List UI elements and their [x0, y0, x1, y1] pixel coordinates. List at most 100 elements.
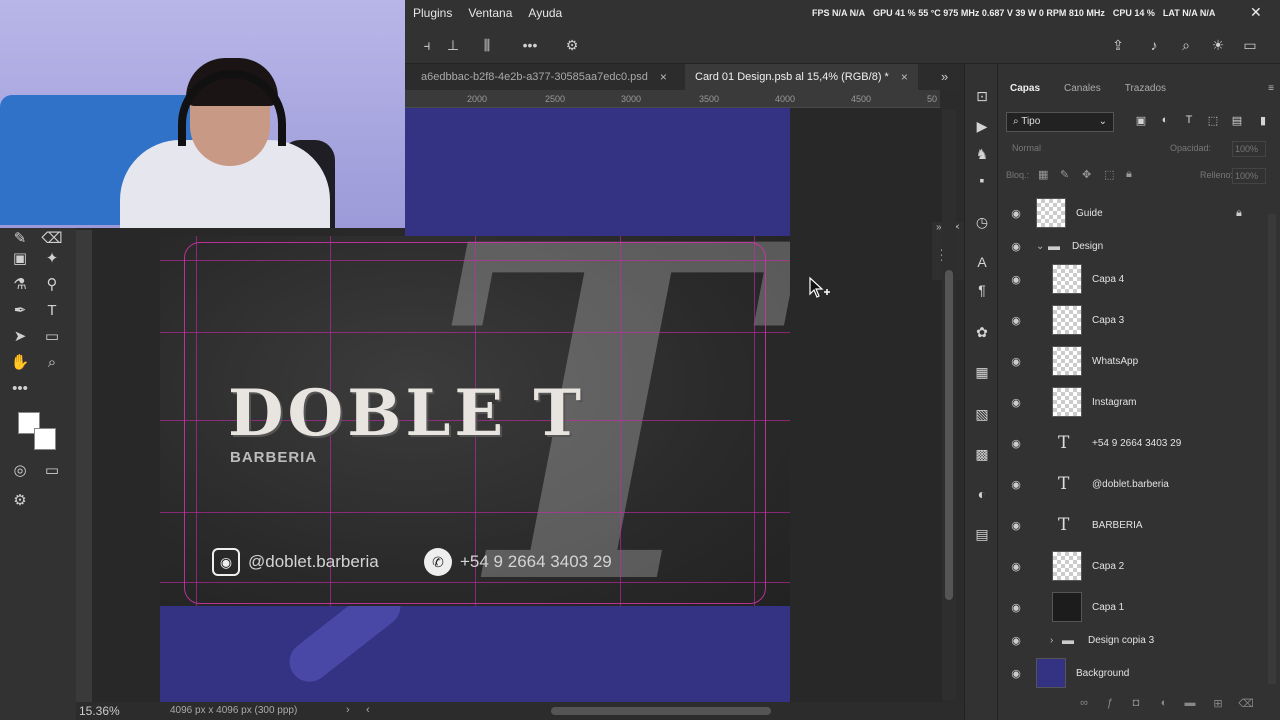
layer-row-capa-1[interactable]: ◉ Capa 1 — [998, 587, 1268, 627]
tab-card-design[interactable]: Card 01 Design.psb al 15,4% (RGB/8) * × — [685, 64, 918, 90]
clock-icon[interactable]: ◷ — [972, 212, 992, 232]
layer-row-instagram-text[interactable]: ◉ T @doblet.barberia — [998, 464, 1268, 504]
workspace-icon[interactable]: ▭ — [1240, 35, 1260, 55]
layer-row-guide[interactable]: ◉ Guide 🔒︎ — [998, 193, 1268, 233]
adjustment-layer-icon[interactable]: ◐ — [1156, 697, 1172, 709]
layer-row-phone-text[interactable]: ◉ T +54 9 2664 3403 29 — [998, 423, 1268, 463]
edit-toolbar-icon[interactable]: ⚙ — [8, 490, 32, 512]
more-tools-icon[interactable]: ••• — [8, 378, 32, 400]
notification-bell-icon[interactable]: ♪ — [1144, 35, 1164, 55]
visibility-eye-icon[interactable]: ◉ — [1008, 396, 1024, 409]
comments-icon[interactable]: ▪ — [972, 170, 992, 190]
layer-row-design-group[interactable]: ◉ ⌄ ▬ Design — [998, 230, 1268, 262]
fill-field[interactable]: 100% — [1232, 168, 1266, 184]
layer-row-design-copia-3[interactable]: ◉ › ▬ Design copia 3 — [998, 624, 1268, 656]
chevron-right-icon[interactable]: » — [941, 69, 948, 84]
menu-plugins[interactable]: Plugins — [405, 6, 460, 20]
filter-adjustment-icon[interactable]: ◐ — [1158, 114, 1172, 128]
window-close-icon[interactable]: ✕ — [1250, 4, 1262, 21]
text-tool-icon[interactable]: T — [40, 300, 64, 322]
gear-icon[interactable]: ⚙ — [562, 35, 582, 55]
layer-row-capa-4[interactable]: ◉ Capa 4 — [998, 259, 1268, 299]
canvas-vertical-scrollbar[interactable] — [942, 110, 956, 700]
add-mask-icon[interactable]: ◘ — [1128, 697, 1144, 709]
layer-row-capa-3[interactable]: ◉ Capa 3 — [998, 300, 1268, 340]
pen-tool-icon[interactable]: ✒ — [8, 300, 32, 322]
patterns-icon[interactable]: ▩ — [972, 444, 992, 464]
filter-shape-icon[interactable]: ⬚ — [1206, 114, 1220, 128]
visibility-eye-icon[interactable]: ◉ — [1008, 314, 1024, 327]
brush-tool-icon[interactable]: ✎ — [8, 228, 32, 250]
close-icon[interactable]: × — [660, 70, 667, 84]
zoom-level[interactable]: 15.36% — [79, 704, 120, 718]
chevron-right-icon[interactable]: › — [346, 704, 350, 716]
visibility-eye-icon[interactable]: ◉ — [1008, 240, 1024, 253]
layer-filter-select[interactable]: ⌕ Tipo ⌄ — [1006, 112, 1114, 132]
path-selection-icon[interactable]: ➤ — [8, 326, 32, 348]
share-icon[interactable]: ⇪ — [1108, 35, 1128, 55]
opacity-field[interactable]: 100% — [1232, 141, 1266, 157]
search-icon[interactable]: ⌕ — [1176, 35, 1196, 55]
tab-canales[interactable]: Canales — [1052, 83, 1113, 94]
more-options-icon[interactable]: ••• — [520, 35, 540, 55]
expand-icon[interactable]: » — [936, 222, 942, 233]
visibility-eye-icon[interactable]: ◉ — [1008, 601, 1024, 614]
paint-bucket-icon[interactable]: ⚗ — [8, 274, 32, 296]
align-left-icon[interactable]: ⫞ — [417, 35, 437, 55]
tab-psd-file[interactable]: a6edbbac-b2f8-4e2b-a377-30585aa7edc0.psd… — [411, 64, 677, 90]
libraries-icon[interactable]: ▤ — [972, 524, 992, 544]
filter-toggle-icon[interactable]: ▮ — [1256, 114, 1270, 128]
layer-row-whatsapp[interactable]: ◉ WhatsApp — [998, 341, 1268, 381]
visibility-eye-icon[interactable]: ◉ — [1008, 478, 1024, 491]
chevron-left-icon[interactable]: ‹ — [366, 704, 370, 716]
paragraph-icon[interactable]: ¶ — [972, 280, 992, 300]
layers-scrollbar[interactable] — [1268, 214, 1276, 684]
scrollbar-thumb[interactable] — [945, 270, 953, 600]
tab-capas[interactable]: Capas — [998, 83, 1052, 94]
eraser-tool-icon[interactable]: ⌫ — [40, 228, 64, 250]
tab-trazados[interactable]: Trazados — [1113, 83, 1178, 94]
new-group-icon[interactable]: ▬ — [1182, 697, 1198, 709]
layer-row-instagram[interactable]: ◉ Instagram — [998, 382, 1268, 422]
visibility-eye-icon[interactable]: ◉ — [1008, 519, 1024, 532]
background-color-swatch[interactable] — [34, 428, 56, 450]
menu-ventana[interactable]: Ventana — [460, 6, 520, 20]
play-actions-icon[interactable]: ▶ — [972, 116, 992, 136]
gradient-tool-icon[interactable]: ▣ — [8, 248, 32, 270]
shapes-icon[interactable]: ♞ — [972, 144, 992, 164]
adjustment-icon[interactable]: ◐ — [972, 484, 992, 504]
lock-position-icon[interactable]: ✥ — [1082, 168, 1091, 181]
quick-mask-icon[interactable]: ◎ — [8, 460, 32, 482]
dodge-tool-icon[interactable]: ⚲ — [40, 274, 64, 296]
blur-tool-icon[interactable]: ✦ — [40, 248, 64, 270]
lightbulb-icon[interactable]: ☀ — [1208, 35, 1228, 55]
align-bottom-icon[interactable]: ⊥ — [443, 35, 463, 55]
rectangle-tool-icon[interactable]: ▭ — [40, 326, 64, 348]
visibility-eye-icon[interactable]: ◉ — [1008, 273, 1024, 286]
layer-style-icon[interactable]: ƒ — [1102, 697, 1118, 709]
visibility-eye-icon[interactable]: ◉ — [1008, 560, 1024, 573]
filter-pixel-icon[interactable]: ▣ — [1134, 114, 1148, 128]
visibility-eye-icon[interactable]: ◉ — [1008, 207, 1024, 220]
visibility-eye-icon[interactable]: ◉ — [1008, 437, 1024, 450]
filter-smart-object-icon[interactable]: ▤ — [1230, 114, 1244, 128]
link-layers-icon[interactable]: ∞ — [1076, 697, 1092, 709]
screen-mode-icon[interactable]: ▭ — [40, 460, 64, 482]
gradients-icon[interactable]: ▧ — [972, 404, 992, 424]
layer-row-capa-2[interactable]: ◉ Capa 2 — [998, 546, 1268, 586]
blend-mode-select[interactable]: Normal — [1012, 143, 1041, 153]
close-icon[interactable]: × — [901, 70, 908, 84]
visibility-eye-icon[interactable]: ◉ — [1008, 634, 1024, 647]
trash-icon[interactable]: ⌫ — [1238, 697, 1254, 710]
layer-row-barberia-text[interactable]: ◉ T BARBERIA — [998, 505, 1268, 545]
layer-row-background[interactable]: ◉ Background — [998, 653, 1268, 693]
visibility-eye-icon[interactable]: ◉ — [1008, 355, 1024, 368]
hand-tool-icon[interactable]: ✋ — [8, 352, 32, 374]
lock-pixels-icon[interactable]: ✎ — [1060, 168, 1069, 181]
history-icon[interactable]: ⊡ — [972, 86, 992, 106]
character-icon[interactable]: A — [972, 252, 992, 272]
filter-type-icon[interactable]: T — [1182, 114, 1196, 128]
swatches-grid-icon[interactable]: ▦ — [972, 362, 992, 382]
horizontal-scrollbar-thumb[interactable] — [551, 707, 771, 715]
visibility-eye-icon[interactable]: ◉ — [1008, 667, 1024, 680]
